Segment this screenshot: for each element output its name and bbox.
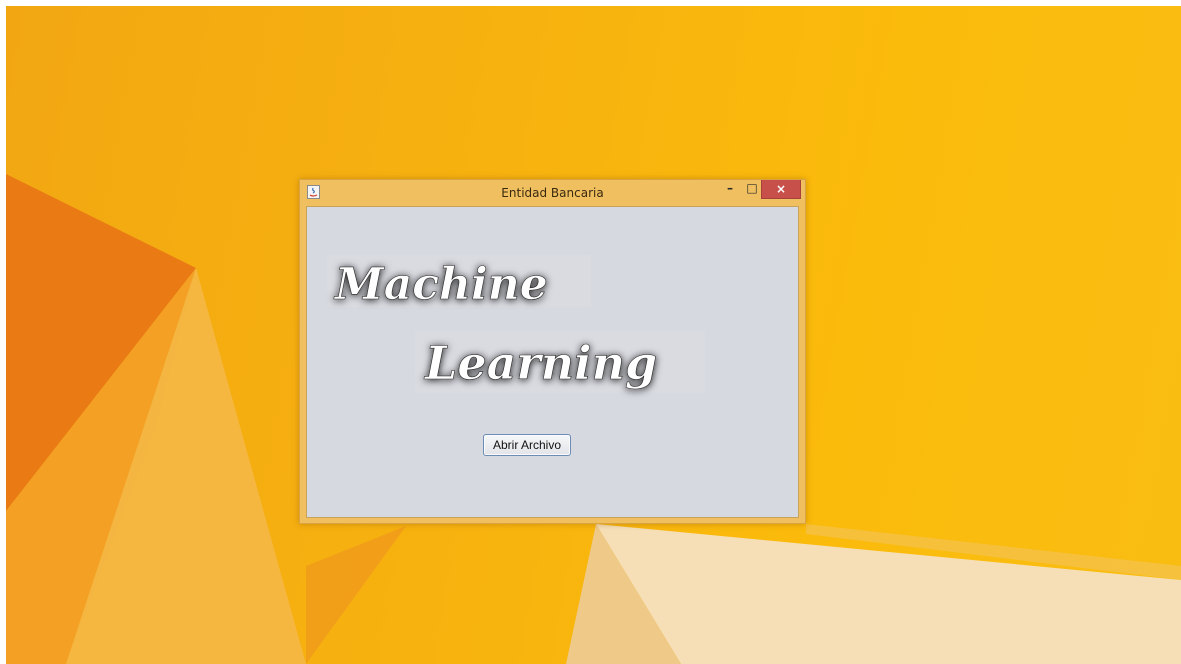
desktop-background: Entidad Bancaria – □ × Machine Learning …	[6, 6, 1181, 664]
app-window: Entidad Bancaria – □ × Machine Learning …	[299, 179, 806, 524]
close-icon: ×	[775, 182, 787, 196]
logo-line-learning: Learning	[423, 336, 657, 390]
minimize-button[interactable]: –	[719, 180, 741, 199]
logo-line-machine: Machine	[333, 259, 548, 310]
open-file-button[interactable]: Abrir Archivo	[483, 434, 571, 456]
minimize-icon: –	[727, 181, 733, 195]
close-button[interactable]: ×	[761, 180, 801, 199]
maximize-button[interactable]: □	[741, 180, 763, 199]
title-bar[interactable]: Entidad Bancaria – □ ×	[300, 180, 805, 206]
client-area: Machine Learning Abrir Archivo	[306, 206, 799, 518]
maximize-icon: □	[746, 181, 758, 195]
machine-learning-logo: Machine Learning	[327, 255, 705, 393]
